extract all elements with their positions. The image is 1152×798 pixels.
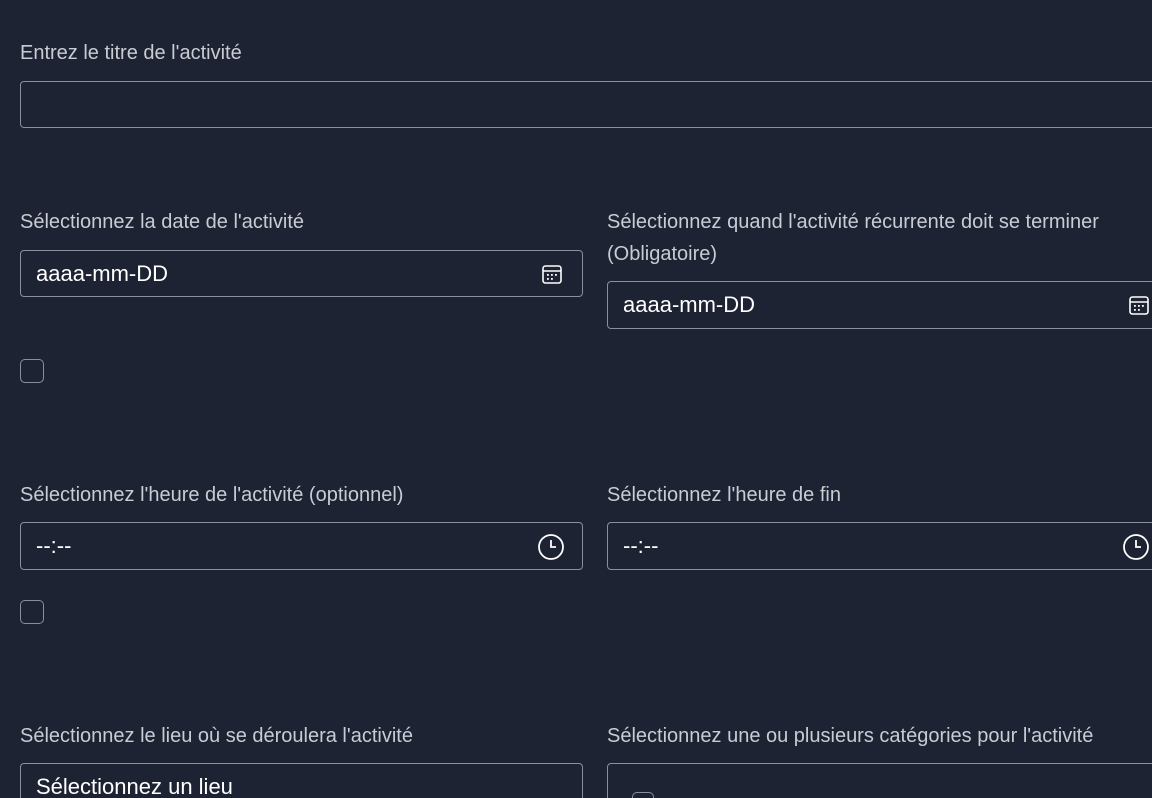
- categories-label: Sélectionnez une ou plusieurs catégories…: [607, 725, 1094, 747]
- time-label: Sélectionnez l'heure de l'activité (opti…: [20, 484, 404, 506]
- calendar-icon[interactable]: [540, 262, 564, 286]
- recurrence-end-label: Sélectionnez quand l'activité récurrente…: [607, 211, 1099, 265]
- date-label: Sélectionnez la date de l'activité: [20, 211, 304, 233]
- location-select[interactable]: Sélectionnez un lieu: [20, 763, 583, 798]
- location-selected-value: Sélectionnez un lieu: [36, 774, 233, 798]
- end-time-label: Sélectionnez l'heure de fin: [607, 484, 841, 506]
- calendar-icon[interactable]: [1127, 293, 1151, 317]
- title-label: Entrez le titre de l'activité: [20, 42, 242, 64]
- time-input-placeholder: --:--: [36, 533, 72, 558]
- recurrence-end-input[interactable]: aaaa-mm-DD: [607, 281, 1152, 329]
- date-input[interactable]: aaaa-mm-DD: [20, 250, 583, 297]
- end-time-input[interactable]: --:--: [607, 522, 1152, 570]
- all-day-checkbox[interactable]: [20, 600, 44, 624]
- category-checkbox[interactable]: [632, 792, 654, 798]
- date-input-placeholder: aaaa-mm-DD: [36, 261, 169, 286]
- end-time-placeholder: --:--: [623, 533, 659, 558]
- recurring-checkbox[interactable]: [20, 359, 44, 383]
- clock-icon[interactable]: [1122, 533, 1150, 561]
- time-input[interactable]: --:--: [20, 522, 583, 570]
- clock-icon[interactable]: [537, 533, 565, 561]
- title-input[interactable]: [20, 81, 1152, 128]
- recurrence-end-placeholder: aaaa-mm-DD: [623, 292, 756, 317]
- categories-list: [607, 763, 1152, 798]
- location-label: Sélectionnez le lieu où se déroulera l'a…: [20, 725, 413, 747]
- activity-form: Entrez le titre de l'activité Sélectionn…: [0, 0, 1152, 798]
